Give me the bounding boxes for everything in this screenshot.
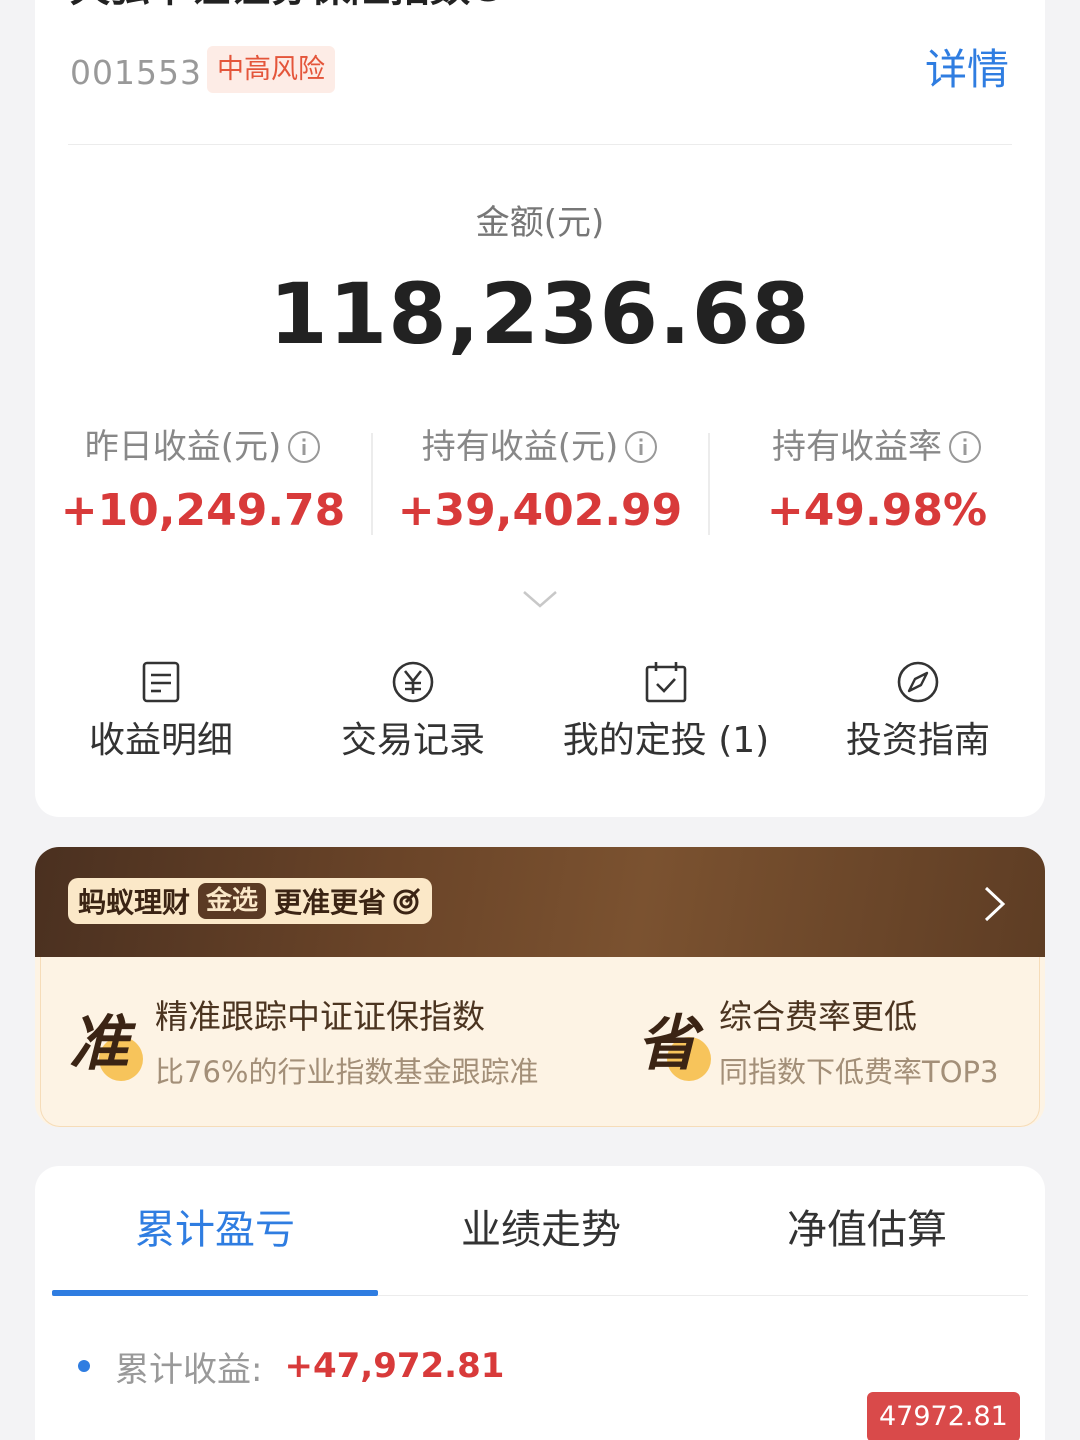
stat-label: 昨日收益(元): [84, 427, 282, 467]
cumulative-earnings-label: 累计收益:: [115, 1349, 263, 1390]
promo-badge-slogan: 更准更省: [274, 886, 387, 919]
promo-item-title: 综合费率更低: [719, 997, 917, 1036]
promo-item-title: 精准跟踪中证证保指数: [155, 997, 485, 1036]
stat-holding-earnings: 持有收益(元) +39,402.99: [372, 425, 708, 539]
tab-performance-trend[interactable]: 业绩走势: [378, 1204, 704, 1256]
stat-value: +49.98%: [766, 485, 988, 536]
promo-badge: 蚂蚁理财 金选 更准更省: [68, 878, 433, 924]
fund-title: 天弘中证证券保险指数C: [70, 0, 499, 8]
action-earnings-detail[interactable]: 收益明细: [35, 660, 287, 764]
fund-code: 001553: [70, 53, 202, 92]
chevron-right-icon[interactable]: [983, 885, 1007, 923]
document-icon: [142, 661, 180, 703]
action-investment-guide[interactable]: 投资指南: [792, 660, 1044, 764]
promo-badge-brand: 蚂蚁理财: [78, 886, 191, 919]
active-tab-indicator: [52, 1290, 378, 1296]
action-label: 交易记录: [340, 720, 485, 761]
divider: [68, 144, 1012, 145]
stat-value: +10,249.78: [60, 485, 346, 536]
fund-summary-card: 天弘中证证券保险指数C 001553 中高风险 详情 金额(元) 118,236…: [35, 0, 1045, 817]
promo-item-subtitle: 比76%的行业指数基金跟踪准: [155, 1055, 539, 1089]
cumulative-earnings-value: +47,972.81: [284, 1346, 505, 1386]
ant-wealth-promo-card[interactable]: 蚂蚁理财 金选 更准更省 准 精准跟踪中证证保指数 比76%的行业指数基金跟踪准: [35, 847, 1045, 1127]
action-label: 收益明细: [88, 720, 233, 761]
yen-icon: [392, 661, 434, 703]
stat-holding-return-rate: 持有收益率 +49.98%: [709, 425, 1045, 539]
accurate-badge-icon: 准: [69, 1009, 143, 1081]
calendar-check-icon: [645, 662, 687, 703]
promo-item-saving: 省 综合费率更低 同指数下低费率TOP3: [601, 957, 1041, 1127]
stat-value: +39,402.99: [397, 485, 683, 536]
promo-item-accurate: 准 精准跟踪中证证保指数 比76%的行业指数基金跟踪准: [41, 957, 601, 1127]
stat-label: 持有收益(元): [421, 427, 619, 467]
action-transaction-records[interactable]: 交易记录: [287, 660, 539, 764]
target-icon: [393, 887, 421, 915]
tab-nav-estimate[interactable]: 净值估算: [704, 1204, 1030, 1256]
risk-badge: 中高风险: [207, 46, 335, 93]
detail-link[interactable]: 详情: [925, 45, 1009, 95]
amount-value: 118,236.68: [269, 265, 811, 363]
action-my-auto-invest[interactable]: 我的定投 (1): [540, 660, 792, 764]
info-icon[interactable]: [948, 430, 982, 464]
compass-icon: [897, 661, 939, 703]
promo-item-subtitle: 同指数下低费率TOP3: [719, 1055, 999, 1089]
action-label: 投资指南: [845, 720, 990, 761]
chevron-down-icon[interactable]: [522, 588, 558, 610]
quick-actions: 收益明细 交易记录 我的定投 (1) 投资指南: [35, 660, 1045, 780]
info-icon[interactable]: [624, 430, 658, 464]
stat-label: 持有收益率: [772, 427, 942, 467]
tab-cumulative-pnl[interactable]: 累计盈亏: [52, 1204, 378, 1256]
info-icon[interactable]: [287, 430, 321, 464]
performance-card: 累计盈亏 业绩走势 净值估算 累计收益: +47,972.81 47972.81: [35, 1166, 1045, 1440]
cumulative-earnings-row: 累计收益: +47,972.81: [78, 1344, 505, 1390]
chart-value-tooltip: 47972.81: [867, 1392, 1020, 1440]
stat-yesterday-earnings: 昨日收益(元) +10,249.78: [35, 425, 371, 539]
action-label: 我的定投 (1): [562, 720, 770, 761]
legend-dot: [78, 1360, 90, 1372]
promo-badge-pill: 金选: [198, 883, 267, 919]
promo-header: 蚂蚁理财 金选 更准更省: [35, 847, 1045, 957]
saving-badge-icon: 省: [637, 1009, 711, 1081]
stats-row: 昨日收益(元) +10,249.78 持有收益(元) +39,402.99 持有…: [35, 425, 1045, 545]
amount-label: 金额(元): [475, 203, 605, 243]
promo-body: 准 精准跟踪中证证保指数 比76%的行业指数基金跟踪准 省 综合费率更低 同指数…: [40, 957, 1040, 1127]
